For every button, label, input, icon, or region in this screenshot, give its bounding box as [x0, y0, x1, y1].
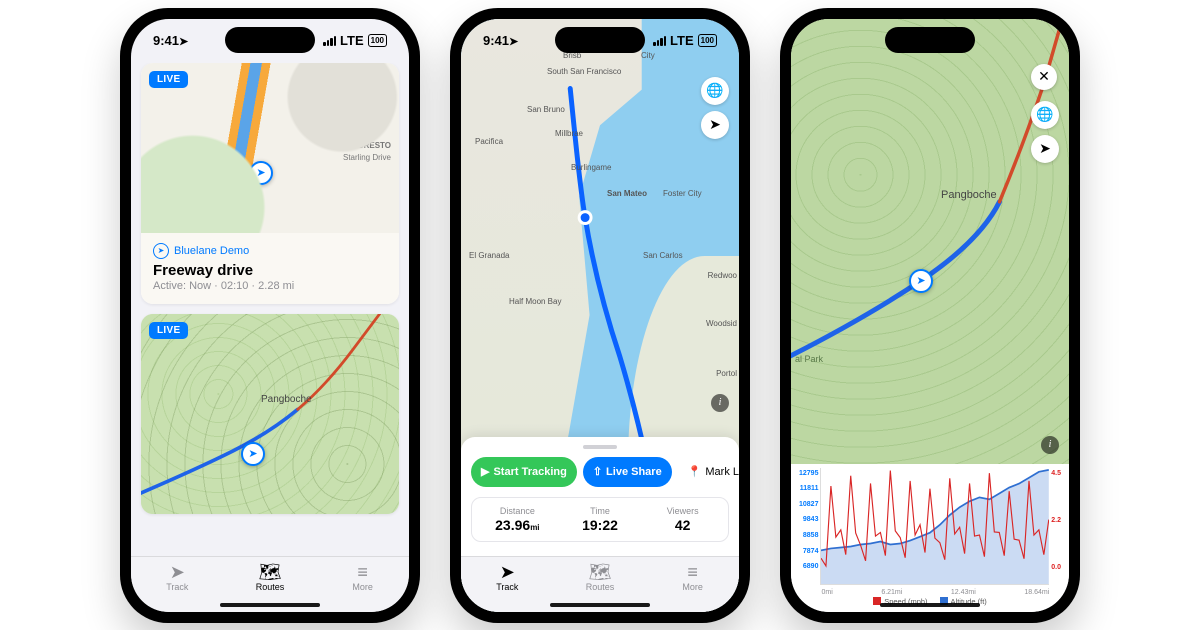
route-map-preview: LIVE CRESTO Starling Drive Junipero Se ➤ — [141, 63, 399, 233]
recenter-button[interactable]: ➤ — [1031, 135, 1059, 163]
city-label: Portol — [716, 369, 737, 378]
route-title: Freeway drive — [153, 262, 387, 279]
stat-time: Time 19:22 — [559, 506, 642, 533]
location-arrow-icon: ➤ — [709, 116, 721, 133]
route-owner[interactable]: ➤ Bluelane Demo — [153, 243, 387, 259]
battery-icon: 100 — [698, 34, 717, 47]
live-badge: LIVE — [149, 71, 188, 88]
tab-more[interactable]: ≡More — [646, 557, 739, 598]
tab-routes[interactable]: 🗺Routes — [554, 557, 647, 598]
map-label: CRESTO — [358, 141, 391, 150]
topo-map[interactable]: Pangboche al Park ➤ ✕ 🌐 ➤ i — [791, 19, 1069, 464]
map-icon: 🗺 — [589, 563, 612, 581]
phone-track: 9:41➤ LTE 100 South San Francisco Brisb … — [450, 8, 750, 623]
close-icon: ✕ — [1038, 68, 1050, 85]
home-indicator[interactable] — [220, 603, 320, 607]
current-location-pin-icon: ➤ — [249, 161, 273, 185]
location-arrow-icon: ➤ — [1039, 140, 1051, 157]
pin-icon: 📍 — [688, 465, 702, 478]
navigate-icon: ➤ — [500, 563, 515, 581]
status-carrier: LTE — [670, 33, 694, 48]
current-location-pin-icon: ➤ — [241, 442, 265, 466]
status-carrier: LTE — [340, 33, 364, 48]
tab-track[interactable]: ➤Track — [131, 557, 224, 598]
recenter-button[interactable]: ➤ — [701, 111, 729, 139]
x-axis: 0mi6.21mi12.43mi18.64mi — [821, 589, 1049, 596]
y-axis-right: 4.52.20.0 — [1049, 468, 1061, 585]
map-label: Junipero Se — [201, 173, 244, 182]
y-axis-left: 1279511811108279843885878746890 — [799, 468, 820, 585]
city-label: Burlingame — [571, 163, 611, 172]
map-info-button[interactable]: i — [711, 394, 729, 412]
status-time: 9:41 — [153, 33, 179, 48]
stat-viewers: Viewers 42 — [641, 506, 724, 533]
route-map-preview: LIVE Pangboche ➤ — [141, 314, 399, 514]
place-label: Pangboche — [261, 394, 312, 405]
location-services-icon: ➤ — [179, 36, 188, 48]
tab-more[interactable]: ≡More — [316, 557, 409, 598]
home-indicator[interactable] — [550, 603, 650, 607]
city-label: El Granada — [469, 251, 509, 260]
route-meta: ➤ Bluelane Demo Freeway drive Active: No… — [141, 233, 399, 304]
tab-routes[interactable]: 🗺Routes — [224, 557, 317, 598]
phone-detail: Pangboche al Park ➤ ✕ 🌐 ➤ i 127951181110… — [780, 8, 1080, 623]
navigate-icon: ➤ — [170, 563, 185, 581]
city-label: South San Francisco — [547, 67, 621, 76]
home-indicator[interactable] — [880, 603, 980, 607]
elevation-speed-chart: 1279511811108279843885878746890 0mi6.21m… — [791, 464, 1069, 612]
dynamic-island — [225, 27, 315, 53]
city-label: Woodsid — [706, 319, 737, 328]
city-label: San Bruno — [527, 105, 565, 114]
phone-routes: 9:41➤ LTE 100 LIVE CRESTO Starling Drive… — [120, 8, 420, 623]
menu-icon: ≡ — [687, 563, 698, 581]
mark-location-button[interactable]: 📍 Mark Location — [678, 457, 739, 487]
action-row: ▶ Start Tracking ⇧ Live Share 📍 Mark Loc… — [471, 457, 729, 487]
city-label: Millbrae — [555, 129, 583, 138]
stats-row: Distance 23.96mi Time 19:22 Viewers 42 — [471, 497, 729, 542]
routes-list[interactable]: LIVE CRESTO Starling Drive Junipero Se ➤… — [131, 63, 409, 556]
place-label: Pangboche — [941, 189, 997, 201]
map-layers-button[interactable]: 🌐 — [1031, 101, 1059, 129]
live-map[interactable]: South San Francisco Brisb City San Bruno… — [461, 19, 739, 612]
current-location-pin-icon: ➤ — [909, 269, 933, 293]
route-subtitle: Active: Now · 02:10 · 2.28 mi — [153, 280, 387, 292]
city-label: San Mateo — [607, 189, 647, 198]
share-icon: ⇧ — [593, 465, 602, 478]
tab-track[interactable]: ➤Track — [461, 557, 554, 598]
route-card[interactable]: LIVE Pangboche ➤ — [141, 314, 399, 514]
sheet-grabber[interactable] — [583, 445, 617, 449]
status-time: 9:41 — [483, 33, 509, 48]
close-button[interactable]: ✕ — [1031, 64, 1057, 90]
city-label: Half Moon Bay — [509, 297, 561, 306]
start-tracking-button[interactable]: ▶ Start Tracking — [471, 457, 577, 487]
globe-icon: 🌐 — [1036, 106, 1053, 123]
battery-icon: 100 — [368, 34, 387, 47]
route-polyline — [791, 19, 1069, 464]
dynamic-island — [885, 27, 975, 53]
globe-icon: 🌐 — [706, 82, 723, 99]
dynamic-island — [555, 27, 645, 53]
cell-signal-icon — [323, 36, 336, 46]
route-polyline — [141, 314, 399, 514]
map-layers-button[interactable]: 🌐 — [701, 77, 729, 105]
location-services-icon: ➤ — [509, 36, 518, 48]
stat-distance: Distance 23.96mi — [476, 506, 559, 533]
city-label: San Carlos — [643, 251, 683, 260]
play-icon: ▶ — [481, 465, 489, 478]
menu-icon: ≡ — [357, 563, 368, 581]
city-label: Pacifica — [475, 137, 503, 146]
map-label: Starling Drive — [343, 153, 391, 162]
chart-plot: 0mi6.21mi12.43mi18.64mi — [820, 468, 1049, 585]
live-share-button[interactable]: ⇧ Live Share — [583, 457, 672, 487]
city-label: Foster City — [663, 189, 702, 198]
avatar-icon: ➤ — [153, 243, 169, 259]
park-label: al Park — [795, 354, 823, 364]
map-icon: 🗺 — [259, 563, 282, 581]
route-card[interactable]: LIVE CRESTO Starling Drive Junipero Se ➤… — [141, 63, 399, 304]
map-info-button[interactable]: i — [1041, 436, 1059, 454]
route-owner-name: Bluelane Demo — [174, 245, 249, 257]
cell-signal-icon — [653, 36, 666, 46]
city-label: Redwoo — [708, 271, 737, 280]
